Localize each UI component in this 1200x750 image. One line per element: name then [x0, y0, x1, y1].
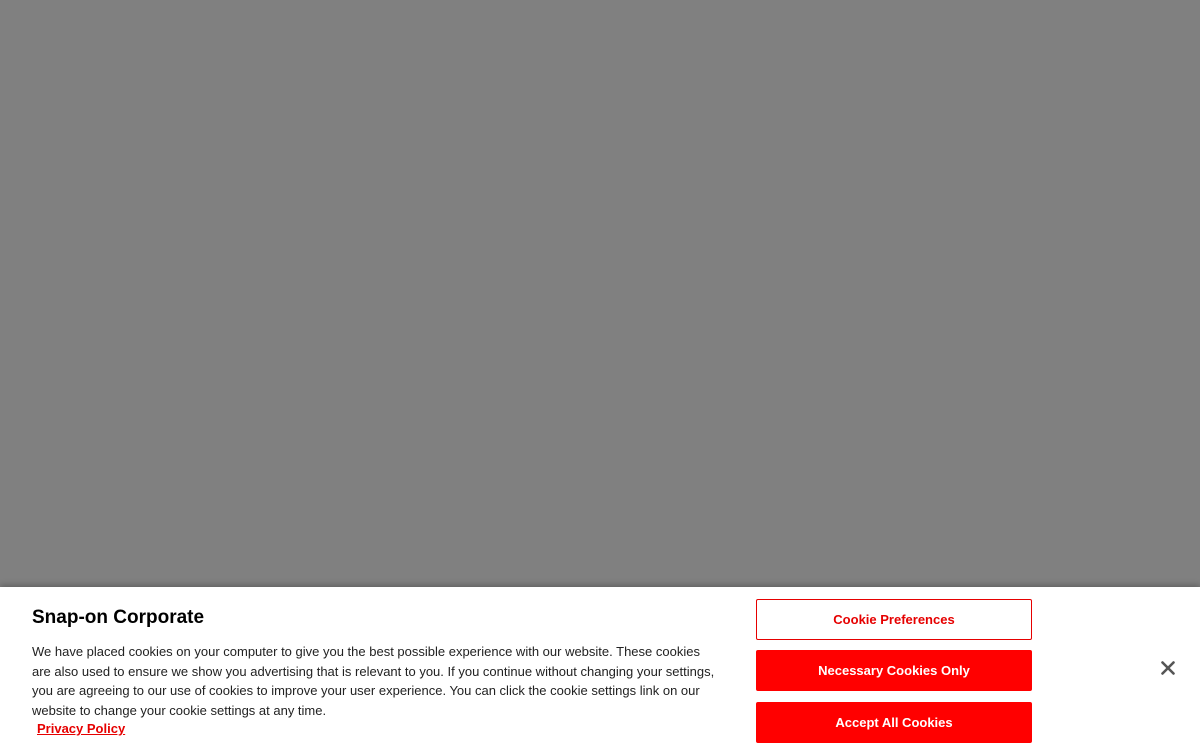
- accept-all-cookies-label: Accept All Cookies: [835, 715, 953, 730]
- modal-overlay: [0, 0, 1200, 587]
- banner-title: Snap-on Corporate: [32, 607, 205, 628]
- banner-description: We have placed cookies on your computer …: [32, 644, 715, 718]
- necessary-cookies-label: Necessary Cookies Only: [818, 663, 970, 678]
- cookie-banner: Snap-on Corporate We have placed cookies…: [0, 587, 1200, 750]
- cookie-preferences-label: Cookie Preferences: [833, 612, 955, 627]
- privacy-policy-link[interactable]: Privacy Policy: [37, 721, 125, 736]
- accept-all-cookies-button[interactable]: Accept All Cookies: [756, 702, 1032, 743]
- cookie-preferences-button[interactable]: Cookie Preferences: [756, 599, 1032, 640]
- close-banner-button[interactable]: [1156, 656, 1180, 680]
- necessary-cookies-button[interactable]: Necessary Cookies Only: [756, 650, 1032, 691]
- page: Snap-on Corporate We have placed cookies…: [0, 0, 1200, 750]
- close-icon: [1161, 661, 1175, 675]
